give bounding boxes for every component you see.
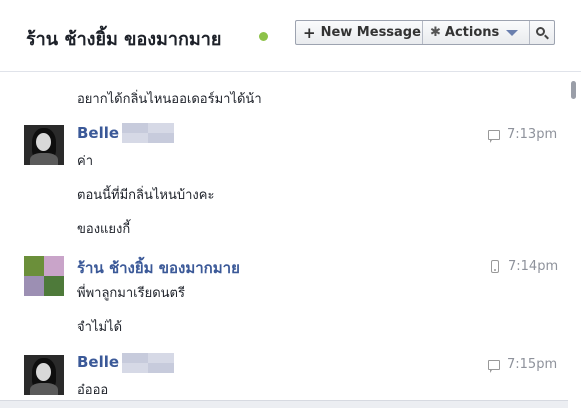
message-thread[interactable]: อยากได้กลิ่นไหนออเดอร์มาได้น้า Belle 7:1… [0, 73, 568, 408]
new-message-label: New Message [320, 25, 421, 40]
gear-icon: ✱ [430, 25, 441, 40]
actions-dropdown-button[interactable]: ✱ Actions [422, 21, 529, 44]
message-text: ตอนนี้ที่มีกลิ่นไหนบ้างคะ [77, 188, 215, 203]
sender-name-link[interactable]: ร้าน ช้างยิ้ม ของมากมาย [77, 256, 240, 280]
conversation-title[interactable]: ร้าน ช้างยิ้ม ของมากมาย [26, 24, 221, 53]
actions-label: Actions [444, 25, 500, 40]
chat-icon [488, 129, 500, 143]
sender-name-link[interactable]: Belle [77, 124, 119, 142]
chat-icon [488, 359, 500, 373]
mobile-icon [491, 260, 499, 273]
scrollbar-thumb[interactable] [571, 81, 576, 99]
message-timestamp[interactable]: 7:14pm [508, 259, 558, 274]
message-meta: 7:15pm [488, 357, 557, 373]
message-text: พี่พาลูกมาเรียดนตรี [77, 286, 185, 301]
redacted-surname [122, 123, 174, 143]
conversation-toolbar: + New Message ✱ Actions [295, 20, 555, 45]
composer-edge [0, 400, 568, 408]
message-timestamp[interactable]: 7:15pm [507, 357, 557, 372]
message-timestamp[interactable]: 7:13pm [507, 127, 557, 142]
message-text: จำไม่ได้ [77, 320, 123, 335]
message-text: อยากได้กลิ่นไหนออเดอร์มาได้น้า [77, 92, 262, 107]
message-text: ค่า [77, 154, 93, 169]
message-meta: 7:13pm [488, 127, 557, 143]
search-button[interactable] [529, 21, 554, 44]
avatar-belle[interactable] [24, 355, 64, 395]
avatar-belle[interactable] [24, 125, 64, 165]
plus-icon: + [303, 23, 316, 42]
caret-down-icon [506, 29, 519, 36]
message-text: อ๋อออ [77, 383, 109, 398]
message-meta: 7:14pm [488, 259, 558, 274]
message-text: ของแยงกี้ [77, 222, 131, 237]
search-icon [536, 26, 549, 39]
new-message-button[interactable]: + New Message [296, 21, 422, 44]
avatar-shop[interactable] [24, 256, 64, 296]
thread-scrollbar[interactable] [568, 73, 581, 408]
redacted-surname [122, 353, 174, 373]
online-status-dot [259, 32, 268, 41]
sender-name-link[interactable]: Belle [77, 353, 119, 371]
conversation-header: ร้าน ช้างยิ้ม ของมากมาย + New Message ✱ … [0, 0, 581, 72]
